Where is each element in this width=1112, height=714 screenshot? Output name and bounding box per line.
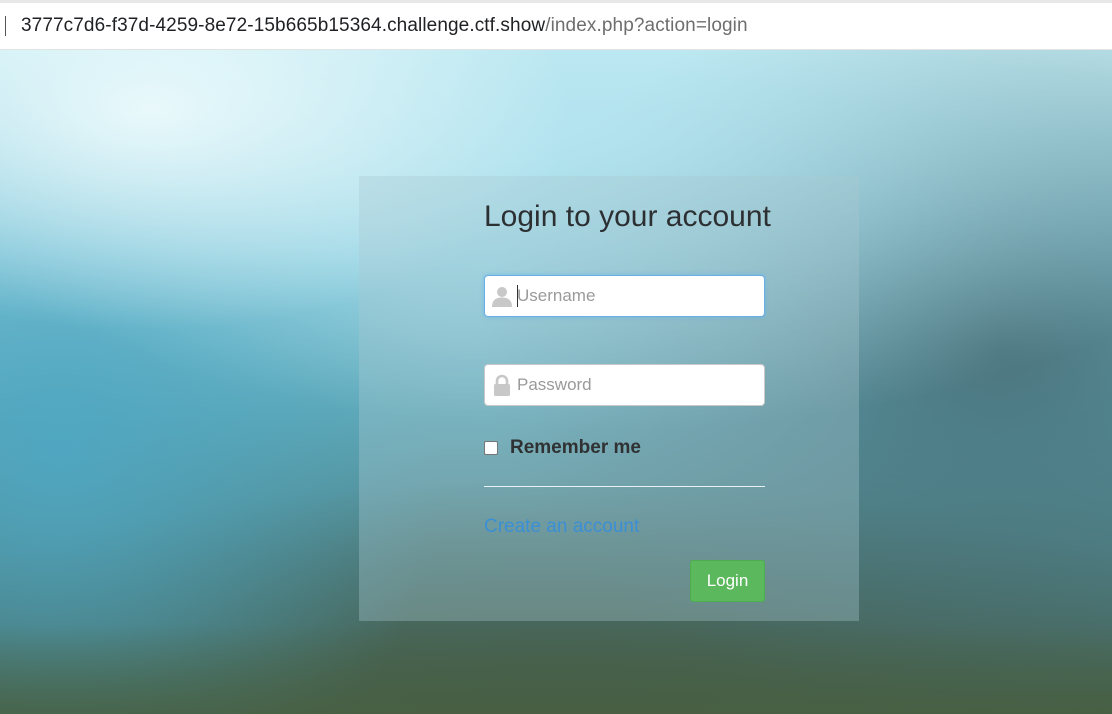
create-account-link[interactable]: Create an account [484, 516, 639, 538]
address-bar-caret [5, 16, 6, 36]
remember-me-checkbox[interactable] [484, 441, 498, 455]
browser-address-bar[interactable]: 3777c7d6-f37d-4259-8e72-15b665b15364.cha… [0, 0, 1112, 50]
user-icon [492, 287, 512, 307]
url-text[interactable]: 3777c7d6-f37d-4259-8e72-15b665b15364.cha… [21, 15, 748, 37]
url-path: /index.php?action=login [545, 15, 748, 36]
tab-strip-edge [0, 0, 1112, 3]
login-title: Login to your account [484, 200, 771, 233]
remember-me-row[interactable]: Remember me [484, 437, 641, 459]
login-button[interactable]: Login [690, 560, 765, 602]
username-text-caret [517, 285, 518, 307]
password-input[interactable] [517, 365, 757, 405]
form-divider [484, 486, 765, 487]
login-panel: Login to your account Remember me Create… [359, 176, 859, 621]
remember-me-label[interactable]: Remember me [510, 437, 641, 459]
page-background: Login to your account Remember me Create… [0, 50, 1112, 714]
url-host: 3777c7d6-f37d-4259-8e72-15b665b15364.cha… [21, 15, 546, 36]
lock-icon [494, 374, 510, 396]
username-field[interactable] [484, 275, 765, 317]
password-field[interactable] [484, 364, 765, 406]
username-input[interactable] [517, 276, 757, 316]
